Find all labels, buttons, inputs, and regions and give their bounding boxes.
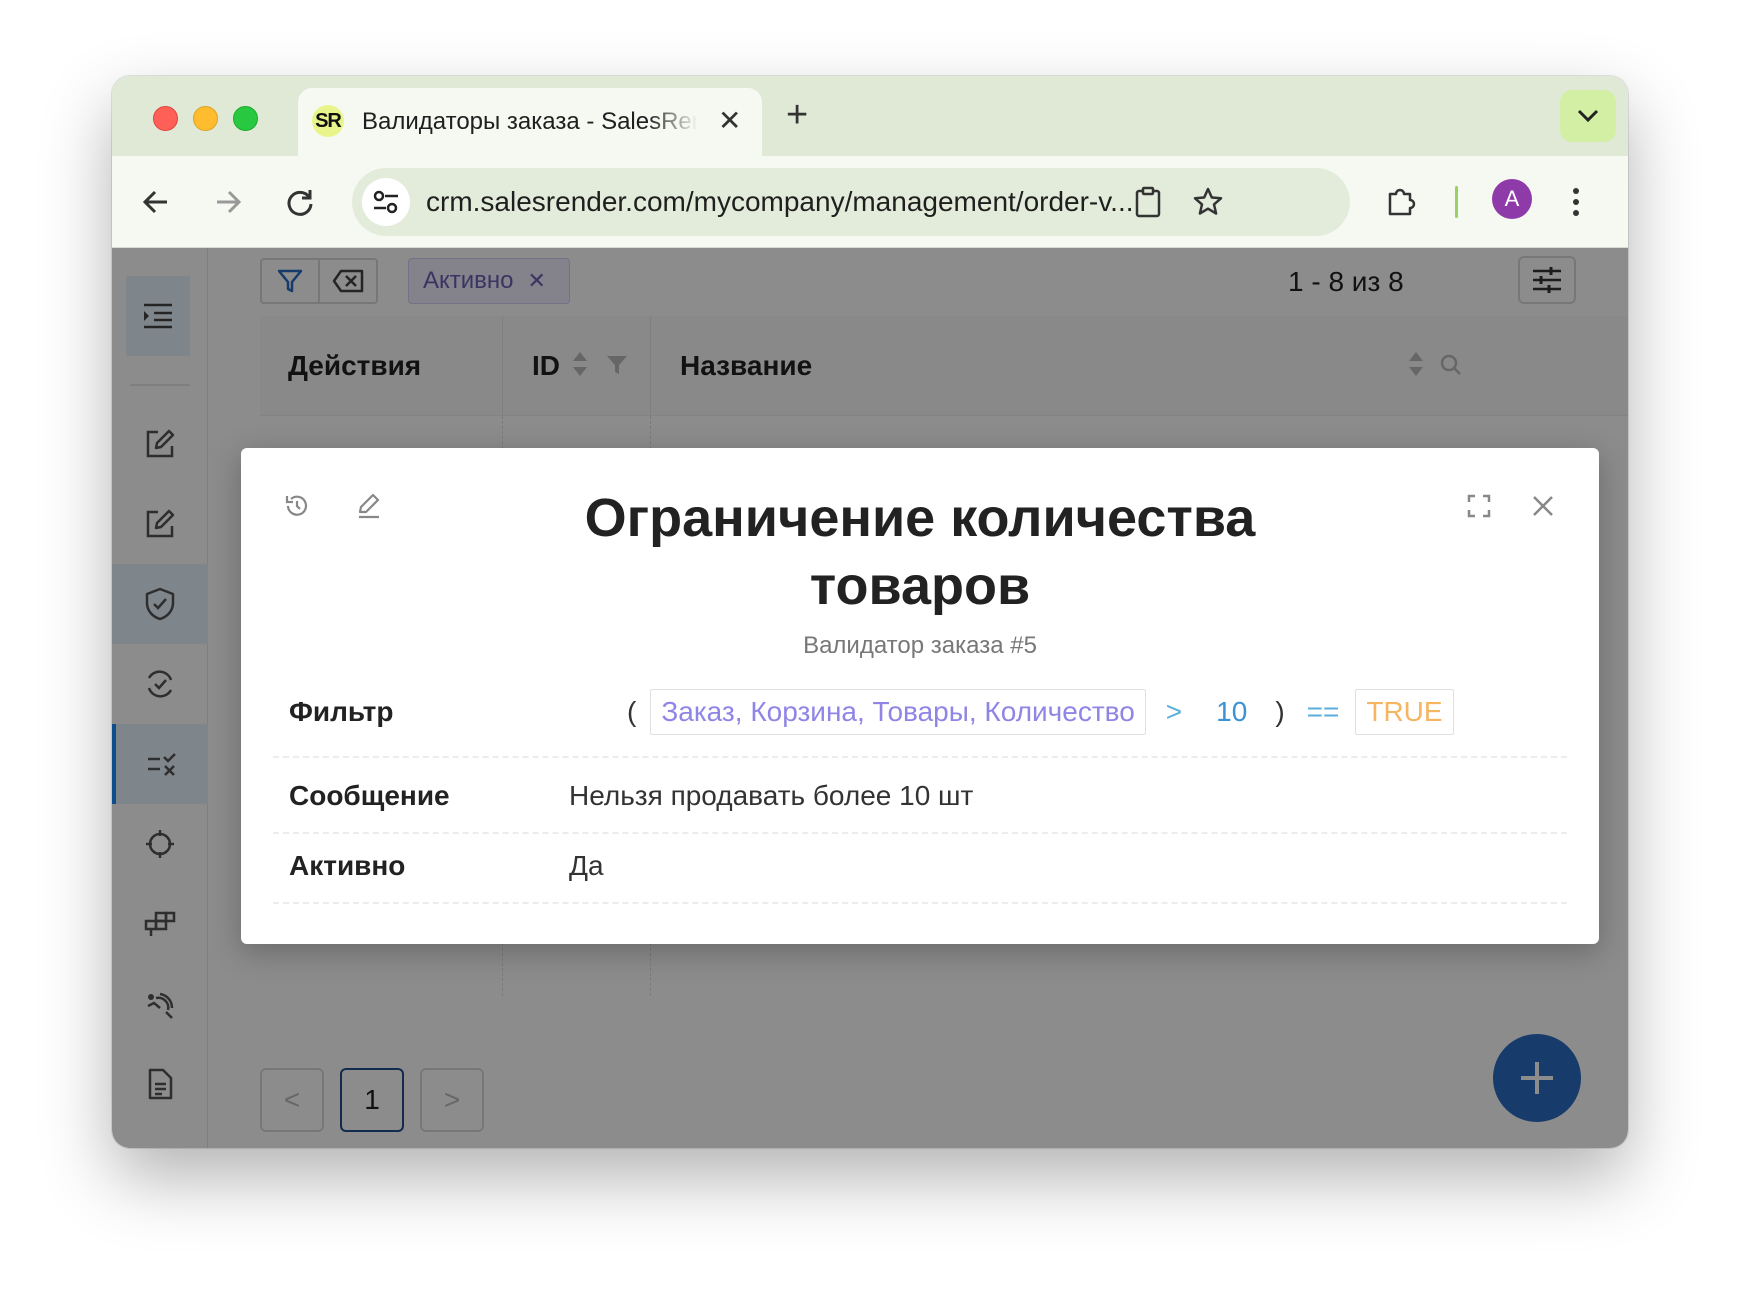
browser-tab[interactable]: SR Валидаторы заказа - SalesRender ✕ <box>298 88 762 156</box>
message-value: Нельзя продавать более 10 шт <box>569 780 974 811</box>
site-settings-button[interactable] <box>362 178 410 226</box>
more-vertical-icon <box>1573 188 1579 216</box>
tab-search-button[interactable] <box>1560 90 1616 142</box>
reload-icon <box>287 190 313 216</box>
minimize-window-button[interactable] <box>193 106 218 131</box>
reload-button[interactable] <box>280 182 320 222</box>
modal-close-button[interactable] <box>1525 488 1561 524</box>
clipboard-icon <box>1135 186 1161 218</box>
tab-close-icon[interactable]: ✕ <box>718 107 741 135</box>
edit-button[interactable] <box>351 488 387 524</box>
filter-row: Фильтр ( Заказ, Корзина, Товары, Количес… <box>273 688 1567 758</box>
filter-value: 10 <box>1216 696 1248 727</box>
fullscreen-button[interactable] <box>1461 488 1497 524</box>
profile-avatar[interactable]: A <box>1492 179 1532 219</box>
filter-expression: ( Заказ, Корзина, Товары, Количество > 1… <box>613 688 1454 736</box>
close-window-button[interactable] <box>153 106 178 131</box>
active-value: Да <box>569 850 604 881</box>
bookmark-button[interactable] <box>1188 182 1228 222</box>
filter-equals: == <box>1306 696 1340 727</box>
message-label: Сообщение <box>289 780 450 811</box>
page-content: Активно ✕ 1 - 8 из 8 Действия ID Названи… <box>112 248 1628 1148</box>
filter-label: Фильтр <box>289 696 394 727</box>
clipboard-button[interactable] <box>1128 182 1168 222</box>
active-row: Активно Да <box>273 834 1567 904</box>
close-paren: ) <box>1275 696 1285 727</box>
tune-icon <box>373 190 398 214</box>
modal-title: Ограничение количества товаров <box>584 488 1256 616</box>
modal-subtitle: Валидатор заказа #5 <box>803 632 1037 659</box>
arrow-left-icon <box>142 190 167 214</box>
history-icon <box>285 495 308 516</box>
browser-menu-button[interactable] <box>1556 182 1596 222</box>
browser-window: SR Валидаторы заказа - SalesRender ✕ + c… <box>112 76 1628 1148</box>
expand-icon <box>1467 494 1491 518</box>
chevron-down-icon <box>1577 109 1599 123</box>
salesrender-favicon-icon: SR <box>312 105 344 137</box>
extensions-button[interactable] <box>1380 182 1420 222</box>
close-icon <box>1533 496 1553 516</box>
maximize-window-button[interactable] <box>233 106 258 131</box>
history-button[interactable] <box>279 488 315 524</box>
filter-operator: > <box>1165 696 1183 727</box>
pencil-icon <box>358 493 380 519</box>
active-label: Активно <box>289 850 406 881</box>
puzzle-icon <box>1388 188 1416 216</box>
url-text[interactable]: crm.salesrender.com/mycompany/management… <box>426 186 1216 218</box>
tab-strip: SR Валидаторы заказа - SalesRender ✕ + <box>112 76 1628 156</box>
validator-details-modal: Ограничение количества товаров Валидатор… <box>241 448 1599 944</box>
address-bar[interactable]: crm.salesrender.com/mycompany/management… <box>352 168 1350 236</box>
new-tab-button[interactable]: + <box>786 96 808 134</box>
back-button[interactable] <box>136 182 176 222</box>
filter-bool: TRUE <box>1355 689 1454 735</box>
toolbar-divider <box>1455 186 1458 218</box>
star-icon <box>1193 187 1223 215</box>
arrow-right-icon <box>217 190 242 214</box>
tab-title: Валидаторы заказа - SalesRender <box>362 108 698 135</box>
browser-toolbar: crm.salesrender.com/mycompany/management… <box>112 156 1628 248</box>
forward-button[interactable] <box>208 182 248 222</box>
filter-field: Заказ, Корзина, Товары, Количество <box>650 689 1146 735</box>
open-paren: ( <box>627 696 637 727</box>
message-row: Сообщение Нельзя продавать более 10 шт <box>273 758 1567 834</box>
